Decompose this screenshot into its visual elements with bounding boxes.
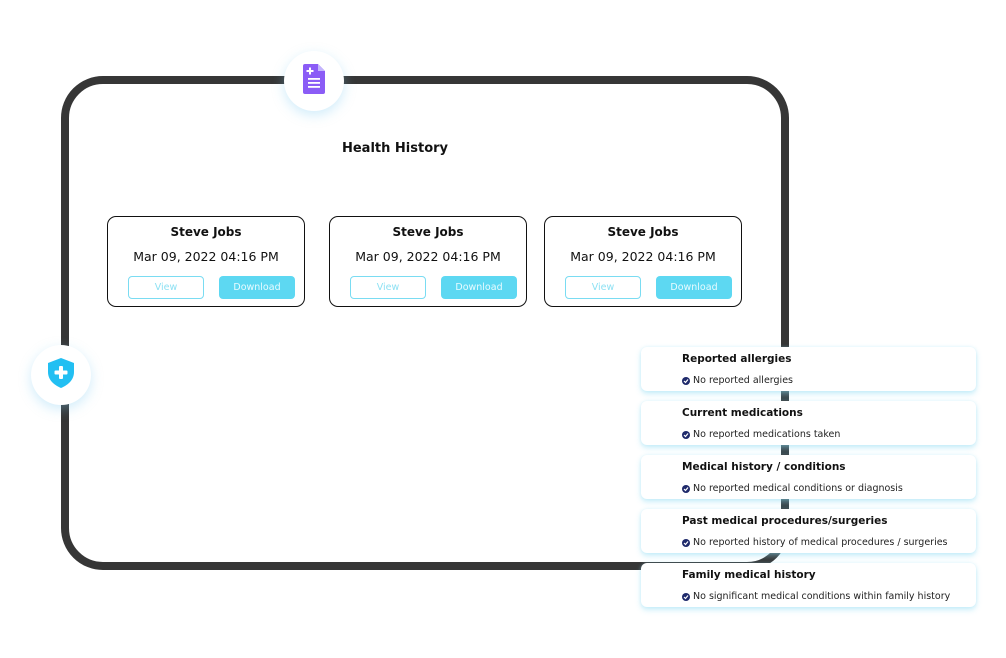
check-circle-icon bbox=[682, 484, 690, 493]
summary-status-text: No reported medications taken bbox=[693, 429, 841, 440]
record-card: Steve Jobs Mar 09, 2022 04:16 PM View Do… bbox=[544, 216, 742, 307]
summary-card-family-history: Family medical history No significant me… bbox=[641, 563, 976, 607]
record-date: Mar 09, 2022 04:16 PM bbox=[133, 249, 279, 264]
summary-heading: Reported allergies bbox=[682, 353, 792, 365]
summary-heading: Current medications bbox=[682, 407, 803, 419]
check-circle-icon bbox=[682, 430, 690, 439]
record-date: Mar 09, 2022 04:16 PM bbox=[570, 249, 716, 264]
summary-status-text: No reported allergies bbox=[693, 375, 793, 386]
view-button[interactable]: View bbox=[565, 276, 641, 299]
summary-status: No reported allergies bbox=[682, 375, 793, 386]
connector bbox=[781, 498, 789, 508]
summary-card-procedures: Past medical procedures/surgeries No rep… bbox=[641, 509, 976, 553]
summary-status: No reported history of medical procedure… bbox=[682, 537, 948, 548]
medical-document-icon bbox=[303, 64, 325, 98]
summary-status: No significant medical conditions within… bbox=[682, 591, 950, 602]
summary-card-medications: Current medications No reported medicati… bbox=[641, 401, 976, 445]
download-button[interactable]: Download bbox=[219, 276, 295, 299]
check-circle-icon bbox=[682, 538, 690, 547]
summary-status-text: No reported history of medical procedure… bbox=[693, 537, 948, 548]
download-button[interactable]: Download bbox=[656, 276, 732, 299]
patient-name: Steve Jobs bbox=[392, 225, 464, 239]
summary-heading: Past medical procedures/surgeries bbox=[682, 515, 888, 527]
record-date: Mar 09, 2022 04:16 PM bbox=[355, 249, 501, 264]
check-circle-icon bbox=[682, 376, 690, 385]
shield-badge bbox=[31, 345, 91, 405]
summary-status-text: No significant medical conditions within… bbox=[693, 591, 951, 602]
page-title: Health History bbox=[341, 141, 449, 156]
summary-status-text: No reported medical conditions or diagno… bbox=[693, 483, 903, 494]
check-circle-icon bbox=[682, 592, 690, 601]
summary-status: No reported medications taken bbox=[682, 429, 840, 440]
summary-heading: Family medical history bbox=[682, 569, 816, 581]
shield-plus-icon bbox=[48, 358, 74, 392]
summary-heading: Medical history / conditions bbox=[682, 461, 846, 473]
document-badge bbox=[284, 51, 344, 111]
record-card: Steve Jobs Mar 09, 2022 04:16 PM View Do… bbox=[107, 216, 305, 307]
record-card: Steve Jobs Mar 09, 2022 04:16 PM View Do… bbox=[329, 216, 527, 307]
patient-name: Steve Jobs bbox=[170, 225, 242, 239]
view-button[interactable]: View bbox=[128, 276, 204, 299]
summary-card-conditions: Medical history / conditions No reported… bbox=[641, 455, 976, 499]
summary-card-allergies: Reported allergies No reported allergies bbox=[641, 347, 976, 391]
connector bbox=[781, 390, 789, 400]
connector bbox=[781, 444, 789, 454]
patient-name: Steve Jobs bbox=[607, 225, 679, 239]
view-button[interactable]: View bbox=[350, 276, 426, 299]
download-button[interactable]: Download bbox=[441, 276, 517, 299]
summary-status: No reported medical conditions or diagno… bbox=[682, 483, 903, 494]
